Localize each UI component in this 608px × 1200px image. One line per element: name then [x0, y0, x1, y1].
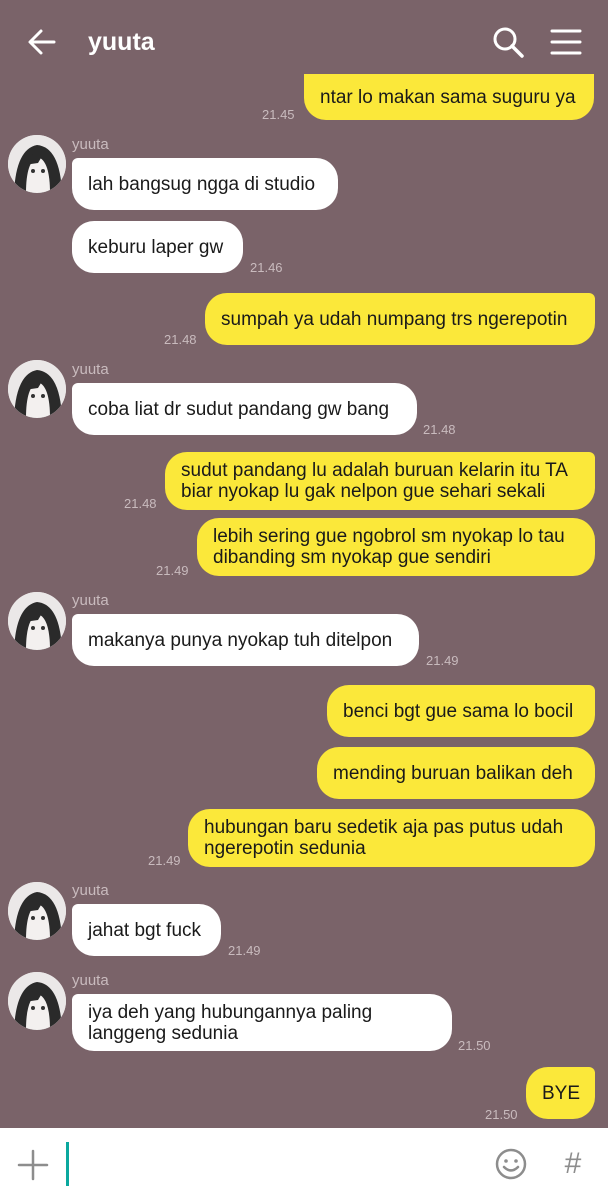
message-bubble-incoming[interactable]: jahat bgt fuck: [72, 904, 221, 956]
anime-avatar-picture: [8, 135, 66, 193]
message-bubble-outgoing[interactable]: ntar lo makan sama suguru ya: [304, 74, 594, 120]
search-icon: [493, 27, 524, 58]
message-text: hubungan baru sedetik aja pas putus udah…: [204, 817, 564, 859]
message-text: makanya punya nyokap tuh ditelpon: [88, 629, 393, 651]
sender-name: yuuta: [72, 882, 109, 899]
message-text: benci bgt gue sama lo bocil: [343, 700, 574, 722]
sender-name: yuuta: [72, 361, 109, 378]
message-bubble-outgoing[interactable]: lebih sering gue ngobrol sm nyokap lo ta…: [197, 518, 595, 576]
message-text: lah bangsug ngga di studio: [88, 173, 316, 195]
avatar[interactable]: [8, 882, 66, 940]
message-bubble-outgoing[interactable]: sudut pandang lu adalah buruan kelarin i…: [165, 452, 595, 510]
message-text: jahat bgt fuck: [88, 919, 202, 941]
message-bubble-outgoing[interactable]: benci bgt gue sama lo bocil: [327, 685, 595, 737]
message-bubble-outgoing[interactable]: hubungan baru sedetik aja pas putus udah…: [188, 809, 595, 867]
message-timestamp: 21.48: [124, 496, 157, 511]
message-bubble-incoming[interactable]: iya deh yang hubungannya paling langgeng…: [72, 994, 452, 1051]
arrow-left-icon: [28, 29, 56, 55]
message-timestamp: 21.49: [156, 563, 189, 578]
message-timestamp: 21.45: [262, 107, 295, 122]
message-bubble-incoming[interactable]: keburu laper gw: [72, 221, 243, 273]
message-text: sumpah ya udah numpang trs ngerepotin: [221, 308, 568, 330]
message-timestamp: 21.49: [148, 853, 181, 868]
add-attachment-button[interactable]: [16, 1148, 50, 1182]
anime-avatar-picture: [8, 592, 66, 650]
message-bubble-outgoing[interactable]: mending buruan balikan deh: [317, 747, 595, 799]
message-timestamp: 21.48: [423, 422, 456, 437]
message-composer: #: [0, 1128, 608, 1200]
hashtag-button[interactable]: #: [558, 1144, 588, 1184]
sender-name: yuuta: [72, 592, 109, 609]
message-text: coba liat dr sudut pandang gw bang: [88, 398, 390, 420]
message-text: BYE: [542, 1082, 581, 1104]
message-text: sudut pandang lu adalah buruan kelarin i…: [181, 460, 568, 502]
sender-name: yuuta: [72, 972, 109, 989]
menu-button[interactable]: [549, 26, 583, 58]
message-text: mending buruan balikan deh: [333, 762, 573, 784]
emoji-button[interactable]: [494, 1147, 528, 1181]
avatar[interactable]: [8, 135, 66, 193]
message-bubble-incoming[interactable]: coba liat dr sudut pandang gw bang: [72, 383, 417, 435]
avatar[interactable]: [8, 592, 66, 650]
anime-avatar-picture: [8, 360, 66, 418]
anime-avatar-picture: [8, 882, 66, 940]
anime-avatar-picture: [8, 972, 66, 1030]
message-text: lebih sering gue ngobrol sm nyokap lo ta…: [213, 526, 565, 568]
message-timestamp: 21.49: [228, 943, 261, 958]
message-timestamp: 21.50: [458, 1038, 491, 1053]
back-button[interactable]: [26, 26, 58, 58]
chat-header: yuuta: [0, 0, 608, 84]
avatar[interactable]: [8, 360, 66, 418]
message-timestamp: 21.49: [426, 653, 459, 668]
chat-title[interactable]: yuuta: [88, 28, 155, 57]
message-timestamp: 21.46: [250, 260, 283, 275]
message-bubble-incoming[interactable]: makanya punya nyokap tuh ditelpon: [72, 614, 419, 666]
message-text: iya deh yang hubungannya paling langgeng…: [88, 1001, 373, 1044]
search-button[interactable]: [490, 24, 526, 60]
sender-name: yuuta: [72, 136, 109, 153]
message-bubble-outgoing[interactable]: BYE: [526, 1067, 595, 1119]
message-bubble-outgoing[interactable]: sumpah ya udah numpang trs ngerepotin: [205, 293, 595, 345]
message-input[interactable]: [66, 1142, 466, 1186]
message-timestamp: 21.48: [164, 332, 197, 347]
message-text: ntar lo makan sama suguru ya: [320, 86, 576, 108]
hamburger-menu-icon: [550, 29, 582, 55]
avatar[interactable]: [8, 972, 66, 1030]
plus-icon: [17, 1149, 49, 1181]
message-timestamp: 21.50: [485, 1107, 518, 1122]
message-bubble-incoming[interactable]: lah bangsug ngga di studio: [72, 158, 338, 210]
message-text: keburu laper gw: [88, 236, 224, 258]
smiley-icon: [495, 1148, 527, 1180]
